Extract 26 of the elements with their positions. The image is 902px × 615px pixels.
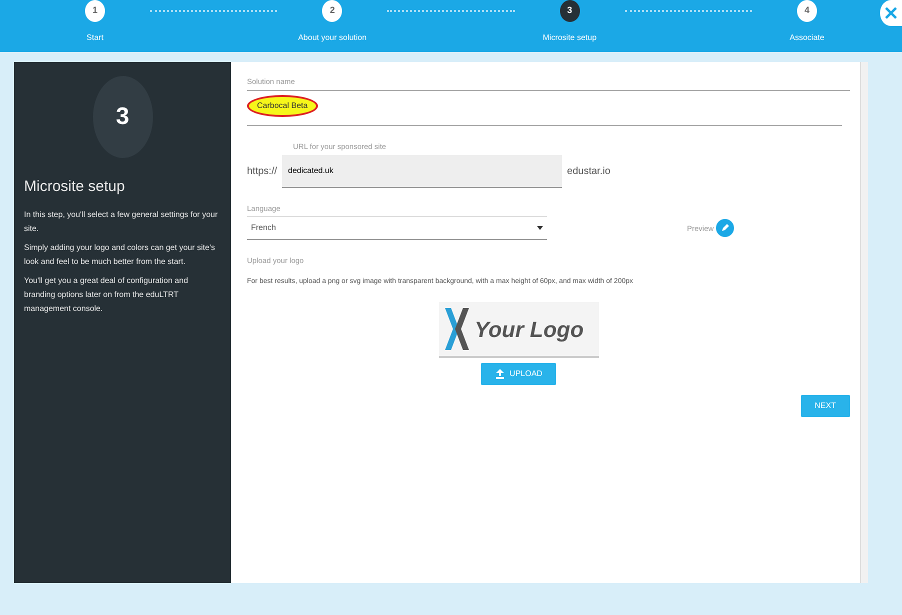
pencil-icon — [720, 223, 730, 234]
close-button[interactable] — [880, 0, 902, 26]
step-label: About your solution — [298, 32, 367, 44]
step-circle[interactable]: 2 — [322, 0, 342, 22]
upload-icon — [494, 369, 505, 379]
input-field[interactable]: dedicated.uk — [282, 154, 562, 188]
sidebar-text: In this step, you'll select a few general settings for your site. — [24, 209, 219, 235]
language-dropdown[interactable]: French — [247, 216, 547, 240]
logo-text: Your Logo — [474, 316, 584, 344]
url-prefix: https:// — [247, 164, 278, 178]
sidebar-text: You'll get you a great deal of configuration and branding options later on from the eduLTRT management console. — [24, 275, 190, 315]
sidebar-title: Microsite setup — [24, 178, 126, 196]
step-number: 3 — [92, 76, 152, 158]
edit-button[interactable] — [716, 219, 734, 238]
url-suffix: edustar.io — [567, 164, 610, 178]
step-circle[interactable]: 3 — [560, 0, 580, 22]
sidebar-text: Simply adding your logo and colors can get your site's look and feel to be much better from the start. — [24, 242, 216, 268]
step-circle[interactable]: 1 — [85, 0, 105, 22]
close-icon — [883, 5, 899, 21]
step-label: Start — [86, 32, 104, 44]
step-circle[interactable]: 4 — [796, 0, 817, 22]
logo-mark-icon — [444, 306, 470, 352]
step-label: Microsite setup — [542, 32, 597, 44]
caret-icon — [537, 226, 543, 230]
step-label: Associate — [790, 32, 824, 44]
input-field[interactable]: Carbocal Beta — [247, 94, 318, 117]
